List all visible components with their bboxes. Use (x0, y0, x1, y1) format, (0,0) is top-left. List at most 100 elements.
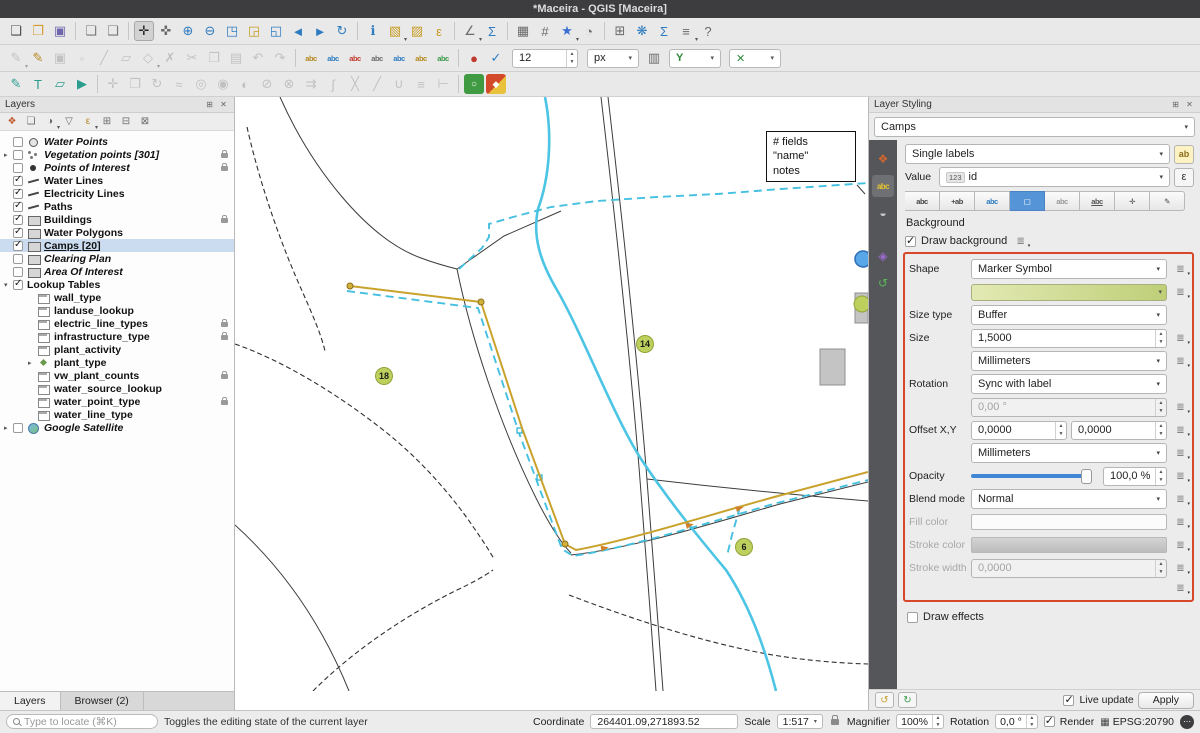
add-ring-button[interactable]: ◎ (191, 74, 211, 94)
render-checkbox[interactable] (1044, 716, 1055, 727)
history-tab[interactable]: ↺ (872, 272, 894, 294)
layer-visibility-checkbox[interactable] (13, 254, 23, 264)
rotate-feature-button[interactable]: ↻ (147, 74, 167, 94)
toolbox-menu-button[interactable]: ≡ (676, 21, 696, 41)
rotation-mode-dropdown[interactable]: Sync with label (971, 374, 1167, 394)
opacity-slider[interactable] (971, 474, 1089, 478)
advanced-digitizing-y-dropdown[interactable]: Y (669, 49, 721, 68)
tab-buffer[interactable]: abc (975, 191, 1010, 211)
layer-visibility-checkbox[interactable] (13, 150, 23, 160)
pin-unpin-labels-button[interactable]: abc (345, 48, 365, 68)
split-parts-button[interactable]: ╱ (367, 74, 387, 94)
add-group-button[interactable]: ❏ (23, 114, 39, 129)
split-features-button[interactable]: ╳ (345, 74, 365, 94)
offset-units-dropdown[interactable]: Millimeters (971, 443, 1167, 463)
size-input[interactable]: 1,5000 (971, 329, 1167, 348)
text-annotation-tool[interactable]: T (28, 74, 48, 94)
new-print-layout-button[interactable]: ❏ (81, 21, 101, 41)
field-calculator-button[interactable]: # (535, 21, 555, 41)
layer-visibility-checkbox[interactable] (13, 280, 23, 290)
opacity-input[interactable]: 100,0 % (1103, 467, 1167, 486)
label-anchor-indicator[interactable]: ● (464, 48, 484, 68)
label-font-size-input[interactable]: 12 (512, 49, 578, 68)
table-item-vw-plant-counts[interactable]: vw_plant_counts (0, 369, 234, 382)
data-source-manager-button[interactable]: ⊞ (610, 21, 630, 41)
layer-item-clearing-plan[interactable]: Clearing Plan (0, 252, 234, 265)
map-canvas[interactable]: 18 14 6 # fields "name" notes (235, 97, 868, 710)
data-defined-override-icon[interactable] (1172, 262, 1189, 276)
data-defined-override-icon[interactable] (1172, 469, 1189, 483)
manage-map-themes-button[interactable]: ◑ (42, 114, 58, 129)
pan-to-selection-tool[interactable]: ✜ (156, 21, 176, 41)
expand-all-button[interactable]: ⊞ (99, 114, 115, 129)
redo-button[interactable]: ↷ (270, 48, 290, 68)
panel-float-icon[interactable]: ⊞ (1170, 99, 1181, 110)
map-text-annotation[interactable]: # fields "name" notes (766, 131, 856, 182)
stepper-arrows[interactable] (1155, 468, 1166, 485)
expander-icon[interactable] (28, 359, 37, 367)
layer-item-google-satellite[interactable]: Google Satellite (0, 421, 234, 434)
tab-browser[interactable]: Browser (2) (61, 692, 144, 710)
cut-features-button[interactable]: ✂ (182, 48, 202, 68)
tab-shadow[interactable]: abc (1045, 191, 1080, 211)
table-item-water-line-type[interactable]: water_line_type (0, 408, 234, 421)
auxiliary-storage-button[interactable]: ▥ (644, 48, 664, 68)
offset-curve-button[interactable]: ⇉ (301, 74, 321, 94)
data-defined-override-icon[interactable] (1172, 423, 1189, 437)
tab-formatting[interactable]: +ab (940, 191, 975, 211)
locator-search-input[interactable]: Type to locate (⌘K) (6, 714, 158, 729)
label-snap-indicator[interactable]: ✓ (486, 48, 506, 68)
save-project-button[interactable]: ▣ (50, 21, 70, 41)
copy-features-button[interactable]: ❐ (204, 48, 224, 68)
zoom-last-button[interactable]: ◄ (288, 21, 308, 41)
merge-features-button[interactable]: ∪ (389, 74, 409, 94)
tab-background[interactable]: ▢ (1010, 191, 1045, 211)
offset-x-input[interactable]: 0,0000 (971, 421, 1067, 440)
data-defined-override-icon[interactable] (1172, 354, 1189, 368)
layout-manager-button[interactable]: ❑ (103, 21, 123, 41)
panel-close-icon[interactable]: ✕ (1184, 99, 1195, 110)
tab-text[interactable]: abc (905, 191, 940, 211)
expander-icon[interactable] (4, 424, 13, 432)
layer-item-area-of-interest[interactable]: Area Of Interest (0, 265, 234, 278)
delete-part-button[interactable]: ⊗ (279, 74, 299, 94)
render-toggle[interactable]: Render (1044, 716, 1094, 728)
layer-visibility-checkbox[interactable] (13, 228, 23, 238)
layer-item-water-lines[interactable]: Water Lines (0, 174, 234, 187)
live-update-toggle[interactable]: Live update (1063, 694, 1133, 706)
trim-extend-button[interactable]: ⊢ (433, 74, 453, 94)
redo-style-button[interactable]: ↻ (898, 692, 917, 708)
data-defined-override-icon[interactable] (1172, 400, 1189, 414)
simplify-feature-button[interactable]: ≈ (169, 74, 189, 94)
tab-layers[interactable]: Layers (0, 692, 61, 710)
remove-layer-button[interactable]: ⊠ (137, 114, 153, 129)
stepper-arrows[interactable] (1155, 422, 1166, 439)
rotation-input[interactable]: 0,0 ° (995, 714, 1038, 729)
current-edits-button[interactable]: ✎ (6, 48, 26, 68)
table-item-water-point-type[interactable]: water_point_type (0, 395, 234, 408)
tab-callouts[interactable]: abc (1080, 191, 1115, 211)
zoom-out-tool[interactable]: ⊖ (200, 21, 220, 41)
live-update-checkbox[interactable] (1063, 695, 1074, 706)
layer-diagram-button[interactable]: abc (323, 48, 343, 68)
diagrams-tab[interactable]: ◈ (872, 245, 894, 267)
help-button[interactable]: ? (698, 21, 718, 41)
merge-attributes-button[interactable]: ≡ (411, 74, 431, 94)
table-item-wall-type[interactable]: wall_type (0, 291, 234, 304)
spatial-bookmarks-button[interactable]: ★ (557, 21, 577, 41)
shape-dropdown[interactable]: Marker Symbol (971, 259, 1167, 279)
undo-button[interactable]: ↶ (248, 48, 268, 68)
draw-background-checkbox[interactable] (905, 236, 916, 247)
delete-ring-button[interactable]: ⊘ (257, 74, 277, 94)
blend-mode-dropdown[interactable]: Normal (971, 489, 1167, 509)
move-feature-button[interactable]: ✛ (103, 74, 123, 94)
symbology-tab[interactable]: ❖ (872, 148, 894, 170)
table-item-plant-activity[interactable]: plant_activity (0, 343, 234, 356)
apply-button[interactable]: Apply (1138, 692, 1194, 709)
layer-item-camps[interactable]: Camps [20] (0, 239, 234, 252)
scale-lock-icon[interactable] (831, 719, 839, 725)
messages-icon[interactable] (1180, 715, 1194, 729)
rotate-label-button[interactable]: abc (411, 48, 431, 68)
zoom-next-button[interactable]: ► (310, 21, 330, 41)
layer-visibility-checkbox[interactable] (13, 176, 23, 186)
